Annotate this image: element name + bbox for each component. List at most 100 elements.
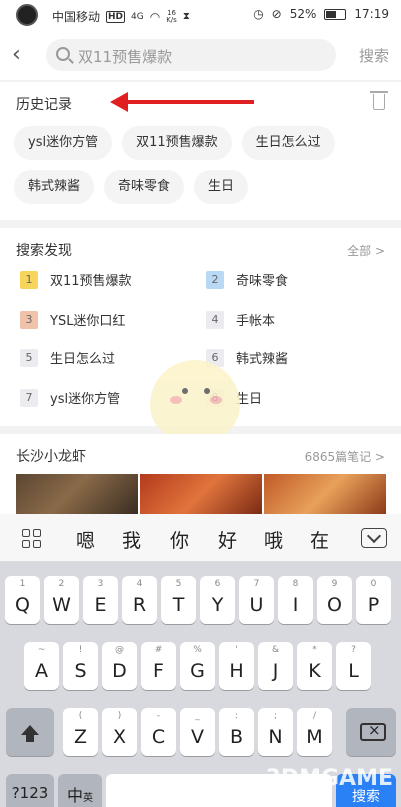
candidate-word[interactable]: 好 <box>218 526 237 553</box>
key-main-label: A <box>35 660 48 682</box>
key-sub-label: _ <box>195 711 200 721</box>
key-sub-label: 8 <box>292 579 299 589</box>
key-main-label: H <box>229 660 244 682</box>
key-main-label: N <box>268 726 283 748</box>
trash-icon[interactable] <box>370 91 388 110</box>
history-chip[interactable]: 双11预售爆款 <box>122 126 232 160</box>
key-sub-label: 9 <box>331 579 338 589</box>
status-bar: 中国移动 HD 4G ◠ 16 K/s ⧗ ◷ ⊘ 52% 17:19 <box>0 0 401 30</box>
key-main-label: T <box>172 594 185 616</box>
candidate-word[interactable]: 嗯 <box>76 526 95 553</box>
key-d[interactable]: @ D <box>102 642 137 690</box>
history-section: 历史记录 ysl迷你方管 双11预售爆款 生日怎么过 韩式辣酱 奇味零食 生日 <box>0 82 401 220</box>
discover-item-label: 手帐本 <box>236 314 276 329</box>
key-main-label: Y <box>211 594 224 616</box>
candidate-word[interactable]: 我 <box>122 526 141 553</box>
discover-item[interactable]: 3 YSL迷你口红 <box>20 310 125 329</box>
language-key[interactable]: 中英 <box>58 774 102 807</box>
rank-badge: 4 <box>206 310 224 329</box>
key-main-label: G <box>190 660 205 682</box>
key-sub-label: 7 <box>253 579 260 589</box>
see-all-link[interactable]: 全部 > <box>347 242 385 259</box>
key-sub-label: ' <box>235 645 238 655</box>
key-n[interactable]: ; N <box>258 708 293 756</box>
key-z[interactable]: (Z <box>63 708 98 756</box>
note-photo[interactable] <box>264 474 386 514</box>
history-chip[interactable]: 生日 <box>194 170 249 204</box>
grid-menu-icon[interactable] <box>22 529 42 549</box>
numbers-key[interactable]: ?123 <box>6 774 54 807</box>
search-input[interactable]: 双11预售爆款 <box>46 39 336 71</box>
language-key-sub: 英 <box>83 793 93 804</box>
wifi-icon: ◠ <box>149 9 161 24</box>
key-t[interactable]: 5T <box>161 576 196 624</box>
candidate-word[interactable]: 哦 <box>264 526 283 553</box>
key-w[interactable]: 2W <box>44 576 79 624</box>
discover-item[interactable]: 6 韩式辣酱 <box>206 348 288 367</box>
rank-badge: 7 <box>20 388 38 407</box>
history-chip[interactable]: 奇味零食 <box>104 170 185 204</box>
key-b[interactable]: :B <box>219 708 254 756</box>
note-photo[interactable] <box>140 474 262 514</box>
speed-unit: K/s <box>166 15 177 24</box>
key-f[interactable]: # F <box>141 642 176 690</box>
signal-label: 4G <box>131 11 144 22</box>
key-s[interactable]: ! S <box>63 642 98 690</box>
key-a[interactable]: ~ A <box>24 642 59 690</box>
key-sub-label: 4 <box>136 579 143 589</box>
keyboard-hide-icon[interactable] <box>361 528 387 548</box>
search-header: ‹ 双11预售爆款 搜索 <box>0 30 401 80</box>
key-main-label: Q <box>15 594 30 616</box>
key-e[interactable]: 3E <box>83 576 118 624</box>
discover-item[interactable]: 7 ysl迷你方管 <box>20 388 120 407</box>
numbers-key-label: ?123 <box>11 784 49 802</box>
history-chip[interactable]: 生日怎么过 <box>241 126 335 160</box>
key-y[interactable]: 6Y <box>200 576 235 624</box>
discover-item-label: 韩式辣酱 <box>236 352 289 367</box>
discover-item[interactable]: 1 双11预售爆款 <box>20 270 132 289</box>
discover-item[interactable]: 4 手帐本 <box>206 310 275 329</box>
key-v[interactable]: _ V <box>180 708 215 756</box>
key-h[interactable]: ' H <box>219 642 254 690</box>
key-r[interactable]: 4R <box>122 576 157 624</box>
history-chips: ysl迷你方管 双11预售爆款 生日怎么过 韩式辣酱 奇味零食 生日 <box>14 126 389 204</box>
status-bar-right: ◷ ⊘ 52% 17:19 <box>253 7 389 21</box>
key-q[interactable]: 1Q <box>5 576 40 624</box>
history-chip[interactable]: 韩式辣酱 <box>14 170 95 204</box>
key-p[interactable]: 0P <box>356 576 391 624</box>
discover-item[interactable]: 5 生日怎么过 <box>20 348 115 367</box>
chevron-left-icon[interactable]: ‹ <box>12 42 21 67</box>
key-m[interactable]: / M <box>297 708 332 756</box>
key-i[interactable]: 8I <box>278 576 313 624</box>
key-j[interactable]: & J <box>258 642 293 690</box>
history-chip[interactable]: ysl迷你方管 <box>14 126 113 160</box>
candidate-word[interactable]: 你 <box>170 526 189 553</box>
key-u[interactable]: 7U <box>239 576 274 624</box>
key-k[interactable]: * K <box>297 642 332 690</box>
mascot-eye <box>204 388 210 394</box>
key-c[interactable]: -C <box>141 708 176 756</box>
key-sub-label: : <box>234 711 239 721</box>
key-main-label: R <box>132 594 147 616</box>
key-g[interactable]: % G <box>180 642 215 690</box>
note-photo[interactable] <box>16 474 138 514</box>
hd-badge: HD <box>106 10 126 23</box>
search-placeholder: 双11预售爆款 <box>78 48 173 66</box>
key-sub-label: 2 <box>58 579 65 589</box>
key-o[interactable]: 9O <box>317 576 352 624</box>
shift-key[interactable] <box>6 708 54 756</box>
candidate-word[interactable]: 在 <box>310 526 329 553</box>
notes-count[interactable]: 6865篇笔记 > <box>305 448 385 465</box>
history-title: 历史记录 <box>16 97 72 113</box>
key-main-label: J <box>272 660 279 682</box>
network-speed: 16 K/s <box>166 9 177 24</box>
key-x[interactable]: ) X <box>102 708 137 756</box>
mascot-eye <box>182 388 188 394</box>
discover-item[interactable]: 2 奇味零食 <box>206 270 288 289</box>
notes-title[interactable]: 长沙小龙虾 <box>16 446 86 466</box>
key-main-label: U <box>249 594 264 616</box>
key-l[interactable]: ? L <box>336 642 371 690</box>
search-button[interactable]: 搜索 <box>359 45 389 66</box>
key-sub-label: ! <box>78 645 83 655</box>
backspace-key[interactable] <box>346 708 396 756</box>
